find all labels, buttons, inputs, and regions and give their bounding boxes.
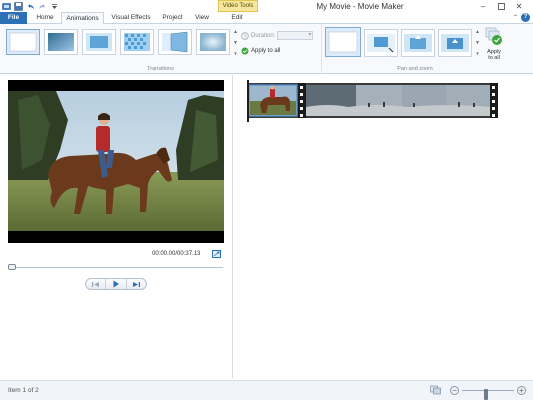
scroll-down-icon[interactable]: ▼ [233, 40, 238, 46]
app-icon[interactable] [2, 2, 11, 11]
duration-icon [241, 31, 249, 40]
pan-zoom-gallery-scroll[interactable]: ▲ ▼ ▾ [474, 29, 481, 57]
video-frame-image [8, 80, 224, 243]
previous-frame-icon [92, 281, 100, 287]
clip-thumbnails [248, 83, 498, 118]
pan-zoom-apply-to-all-button[interactable]: Apply to all [483, 27, 505, 71]
tab-edit[interactable]: Edit [223, 12, 251, 24]
zoom-track[interactable] [462, 389, 514, 400]
zoom-out-icon[interactable]: − [450, 386, 459, 395]
next-frame-icon [132, 281, 140, 287]
seek-bar[interactable] [8, 264, 223, 270]
storyboard-pane[interactable] [237, 75, 533, 378]
save-icon[interactable] [14, 2, 23, 11]
duration-label: Duration: [251, 32, 276, 39]
transition-blur-thumb[interactable] [196, 29, 230, 55]
play-button[interactable] [106, 279, 127, 289]
movie-maker-window: Video Tools My Movie - Movie Maker – ✕ F… [0, 0, 533, 400]
timecode-display: 00:00.00/00:37.13 [152, 251, 201, 257]
transitions-apply-to-all-button[interactable]: Apply to all [241, 47, 280, 55]
seek-thumb[interactable] [8, 264, 16, 270]
transition-crossfade-thumb[interactable] [44, 29, 78, 55]
zoom-in-icon[interactable]: + [517, 386, 526, 395]
transitions-group-label: Transitions [147, 66, 174, 72]
playback-controls [85, 278, 147, 290]
transitions-group: ▲ ▼ ▾ Duration: Apply to all Transitions [0, 24, 322, 74]
tab-file[interactable]: File [0, 12, 27, 24]
scroll-down-icon[interactable]: ▼ [475, 40, 480, 46]
next-frame-button[interactable] [127, 279, 146, 289]
zoom-thumb[interactable] [483, 389, 488, 400]
help-icon[interactable]: ? [521, 13, 530, 22]
pan-zoom-up-alt-thumb[interactable] [438, 29, 472, 57]
transitions-gallery-scroll[interactable]: ▲ ▼ ▾ [232, 29, 239, 57]
previous-frame-button[interactable] [86, 279, 107, 289]
pan-zoom-group-label: Pan and zoom [397, 66, 433, 72]
apply-line2: to all [488, 55, 500, 61]
pan-zoom-up-thumb[interactable] [401, 29, 435, 57]
tab-visual-effects[interactable]: Visual Effects [106, 12, 156, 24]
storyboard-clip-strip[interactable] [248, 83, 498, 118]
duration-control: Duration: [241, 31, 314, 40]
fullscreen-icon [213, 251, 220, 257]
quick-access-toolbar [2, 1, 59, 12]
transition-pixelate-thumb[interactable] [120, 29, 154, 55]
ribbon-tab-bar: File Home Animations Visual Effects Proj… [0, 12, 533, 25]
pane-splitter[interactable] [232, 75, 236, 378]
ribbon: ▲ ▼ ▾ Duration: Apply to all Transitions [0, 24, 533, 74]
undo-icon[interactable] [26, 2, 35, 11]
thumbnail-size-icon[interactable] [430, 385, 441, 395]
gallery-more-icon[interactable]: ▾ [476, 51, 479, 57]
fullscreen-preview-button[interactable] [212, 250, 221, 258]
item-count: Item 1 of 2 [8, 387, 39, 394]
minimize-ribbon-icon[interactable]: ⌃ [513, 14, 518, 21]
apply-to-all-label: Apply to all [251, 48, 281, 54]
tab-home[interactable]: Home [31, 12, 59, 24]
duration-dropdown[interactable] [277, 31, 314, 40]
playback-indicator[interactable] [247, 80, 249, 122]
scroll-up-icon[interactable]: ▲ [475, 29, 480, 35]
transition-dissolve-thumb[interactable] [82, 29, 116, 55]
pan-zoom-group: ▲ ▼ ▾ Pan and zoom [322, 24, 508, 74]
play-icon [113, 280, 119, 288]
apply-all-icon [241, 47, 249, 55]
tab-project[interactable]: Project [158, 12, 187, 24]
video-tools-contextual-label: Video Tools [218, 0, 258, 12]
zoom-slider[interactable]: − + [450, 386, 528, 400]
customize-qat-icon[interactable] [50, 2, 59, 11]
scroll-up-icon[interactable]: ▲ [233, 29, 238, 35]
video-preview[interactable] [8, 80, 224, 243]
gallery-more-icon[interactable]: ▾ [234, 51, 237, 57]
transition-none-thumb[interactable] [6, 29, 40, 55]
pan-zoom-auto-thumb[interactable] [364, 29, 398, 57]
apply-to-all-icon [485, 27, 502, 45]
preview-pane: 00:00.00/00:37.13 [0, 75, 232, 378]
pan-zoom-none-thumb[interactable] [325, 27, 361, 57]
status-bar: Item 1 of 2 − + [0, 380, 533, 400]
transition-page-turn-thumb[interactable] [158, 29, 192, 55]
tab-view[interactable]: View [190, 12, 214, 24]
redo-icon[interactable] [38, 2, 47, 11]
